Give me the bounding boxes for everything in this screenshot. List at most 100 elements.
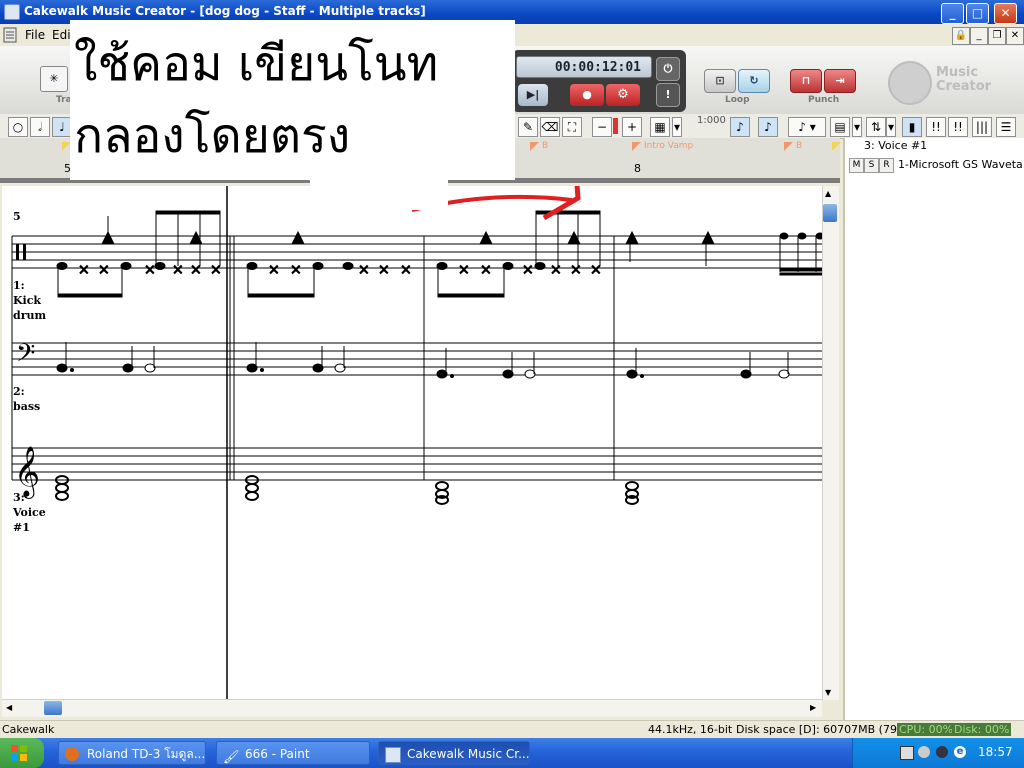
track-tool-icon[interactable]: ✳ (40, 66, 68, 92)
marker-b-2[interactable]: B (796, 141, 802, 151)
annotation-overlay-extension (310, 180, 448, 210)
close-button[interactable]: ✕ (994, 3, 1017, 24)
task-cakewalk[interactable]: Cakewalk Music Cr... (378, 741, 530, 765)
track-2-name-line1: bass (13, 400, 41, 413)
staff-measure-number: 5 (13, 210, 21, 223)
scroll-right-icon[interactable]: ▶ (810, 703, 816, 712)
svg-text:𝄢: 𝄢 (16, 339, 35, 374)
marker-b-1[interactable]: B (542, 141, 548, 151)
minimize-button[interactable]: _ (941, 3, 964, 24)
vertical-scroll-thumb[interactable] (823, 204, 837, 222)
tray-e-icon[interactable]: e (954, 746, 966, 758)
status-text: Cakewalk (2, 723, 55, 736)
grid-dropdown-icon[interactable]: ▾ (672, 117, 682, 137)
mute-button[interactable]: M (849, 158, 864, 173)
track-label-2: 2: bass (13, 384, 40, 414)
solo-button[interactable]: S (864, 158, 879, 173)
firefox-icon (65, 747, 79, 761)
record-options-button[interactable]: ⚙ (606, 84, 640, 106)
svg-text:×: × (358, 262, 370, 278)
loop-toggle-button[interactable]: ↻ (738, 69, 770, 93)
punch-set-button[interactable]: ⊓ (790, 69, 822, 93)
piano-roll-icon[interactable]: ▮ (902, 117, 922, 137)
grid-icon[interactable]: ▦ (650, 117, 670, 137)
track-panel-name[interactable]: 3: Voice #1 (864, 139, 927, 152)
zoom-in-icon[interactable]: + (622, 117, 642, 137)
tray-network-icon[interactable] (936, 746, 948, 758)
lock-icon[interactable]: 🔒 (952, 27, 970, 45)
annotation-line-2: กลองโดยตรง (74, 108, 351, 164)
note-right-icon[interactable]: ♪ (758, 117, 778, 137)
start-button[interactable] (0, 738, 44, 768)
punch-toggle-button[interactable]: ⇥ (824, 69, 856, 93)
track-panel (843, 138, 1024, 720)
track-output[interactable]: 1-Microsoft GS Waveta (898, 158, 1022, 171)
brand-name: Music Creator (936, 66, 991, 94)
alert-icon[interactable]: ! (656, 83, 680, 107)
transpose-dropdown-icon[interactable]: ▾ (886, 117, 896, 137)
task-roland[interactable]: Roland TD-3 โมดูล... (58, 741, 206, 765)
window-title: Cakewalk Music Creator - [dog dog - Staf… (24, 4, 426, 18)
tray-app-icon[interactable] (900, 746, 914, 760)
task-cakewalk-label: Cakewalk Music Cr... (407, 747, 530, 761)
pencil-icon[interactable]: ✎ (518, 117, 538, 137)
mdi-minimize-button[interactable]: _ (970, 27, 988, 45)
select-tool-icon[interactable]: ⛶ (562, 117, 582, 137)
list-icon[interactable]: ☰ (996, 117, 1016, 137)
eraser-icon[interactable]: ⌫ (540, 117, 560, 137)
horizontal-scroll-thumb[interactable] (44, 701, 62, 715)
half-note-icon[interactable]: 𝅗𝅥 (30, 117, 50, 137)
zoom-value: 1:000 (697, 115, 726, 126)
scroll-left-icon[interactable]: ◀ (6, 703, 12, 712)
record-arm-button[interactable]: R (879, 158, 894, 173)
track-1-name-line1: Kick (13, 294, 42, 307)
scroll-up-icon[interactable]: ▲ (825, 189, 831, 198)
transpose-icon[interactable]: ⇅ (866, 117, 886, 137)
svg-text:×: × (290, 262, 302, 278)
marker-intro-vamp[interactable]: Intro Vamp (644, 141, 693, 151)
duration-dropdown[interactable]: ♪ ▾ (788, 117, 826, 137)
chord-icon[interactable]: ||| (972, 117, 992, 137)
menu-file[interactable]: File (25, 28, 45, 42)
play-end-button[interactable]: ▶| (518, 84, 548, 106)
svg-text:×: × (78, 262, 90, 278)
scroll-down-icon[interactable]: ▼ (825, 688, 831, 697)
vertical-scrollbar[interactable] (822, 186, 839, 700)
ruler-end-flag-icon (832, 142, 841, 151)
maximize-button[interactable]: □ (966, 3, 989, 24)
staff-view[interactable]: × × × × × × × × × × × × × × × × × 𝄢 𝄞 (2, 186, 824, 700)
clock: 18:57 (978, 745, 1013, 759)
drum-pattern-icon[interactable]: !! (926, 117, 946, 137)
brand-line-1: Music (936, 65, 979, 80)
horizontal-scrollbar[interactable] (2, 699, 822, 717)
mdi-restore-button[interactable]: ❐ (988, 27, 1006, 45)
status-disk-space: Disk space [D]: 60707MB (79%) (736, 723, 912, 736)
quarter-note-icon[interactable]: ♩ (52, 117, 72, 137)
ruler-measure-right: 8 (634, 162, 641, 175)
power-icon[interactable]: ⏻ (656, 57, 680, 81)
track-label-1: 1: Kick drum (13, 278, 46, 323)
loop-set-button[interactable]: ⊡ (704, 69, 736, 93)
svg-text:×: × (268, 262, 280, 278)
track-3-num: 3: (13, 491, 25, 504)
mdi-close-button[interactable]: ✕ (1006, 27, 1024, 45)
punch-label: Punch (808, 95, 840, 105)
track-2-num: 2: (13, 385, 25, 398)
svg-text:×: × (522, 262, 534, 278)
time-display[interactable]: 00:00:12:01 (516, 56, 652, 78)
brand-line-2: Creator (936, 79, 992, 94)
rest-icon[interactable]: !! (948, 117, 968, 137)
doc-icon[interactable] (3, 27, 17, 43)
cakewalk-icon (385, 747, 401, 763)
zoom-out-icon[interactable]: − (592, 117, 612, 137)
note-left-icon[interactable]: ♪ (730, 117, 750, 137)
record-button[interactable]: ● (570, 84, 604, 106)
marker-flag-icon (784, 142, 793, 151)
layout-icon[interactable]: ▤ (830, 117, 850, 137)
whole-note-icon[interactable]: ○ (8, 117, 28, 137)
svg-text:×: × (98, 262, 110, 278)
app-icon[interactable] (4, 4, 20, 20)
task-paint[interactable]: 🖌 666 - Paint (216, 741, 370, 765)
layout-dropdown-icon[interactable]: ▾ (852, 117, 862, 137)
tray-volume-icon[interactable] (918, 746, 930, 758)
